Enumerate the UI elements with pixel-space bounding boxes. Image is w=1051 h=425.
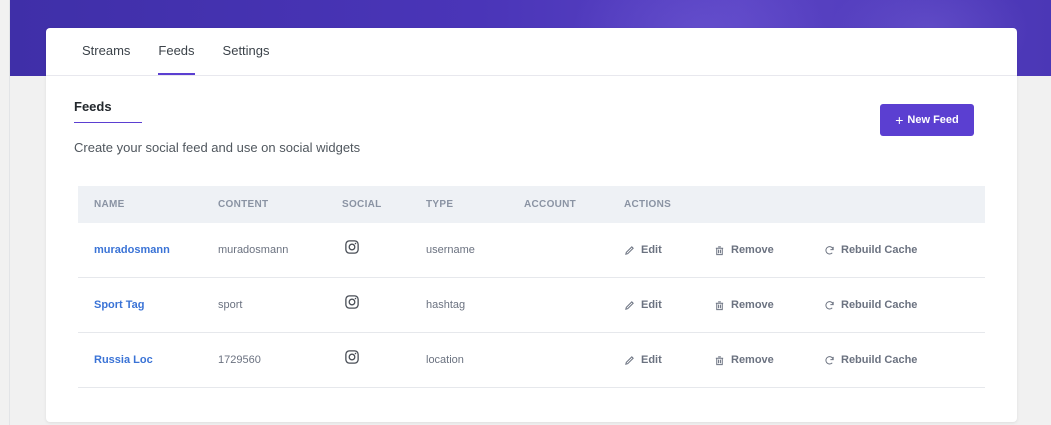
header-social: SOCIAL	[342, 199, 382, 210]
refresh-icon	[825, 300, 834, 309]
rebuild-cache-button[interactable]: Rebuild Cache	[824, 354, 917, 366]
plus-icon: +	[895, 112, 904, 128]
rebuild-label: Rebuild Cache	[841, 244, 918, 256]
remove-button[interactable]: Remove	[714, 354, 774, 366]
header-content: CONTENT	[218, 199, 269, 210]
tab-bar: Streams Feeds Settings	[46, 28, 1017, 76]
remove-button[interactable]: Remove	[714, 244, 774, 256]
title-underline	[74, 122, 142, 123]
edit-button[interactable]: Edit	[624, 299, 662, 311]
refresh-icon	[825, 245, 834, 254]
trash-icon	[715, 300, 724, 310]
tab-settings[interactable]: Settings	[223, 27, 270, 75]
remove-button[interactable]: Remove	[714, 299, 774, 311]
header-account: ACCOUNT	[524, 199, 577, 210]
tab-streams[interactable]: Streams	[82, 27, 130, 75]
rebuild-cache-button[interactable]: Rebuild Cache	[824, 244, 917, 256]
instagram-icon	[345, 295, 359, 309]
remove-label: Remove	[731, 299, 774, 311]
feed-content: sport	[218, 299, 243, 311]
pencil-icon	[625, 300, 634, 310]
remove-label: Remove	[731, 354, 774, 366]
tab-feeds[interactable]: Feeds	[158, 27, 195, 75]
feed-type: location	[426, 354, 464, 366]
feed-type: hashtag	[426, 299, 466, 311]
edit-label: Edit	[641, 299, 662, 311]
feed-name-link[interactable]: Sport Tag	[94, 299, 145, 311]
rebuild-cache-button[interactable]: Rebuild Cache	[824, 299, 917, 311]
table-row: Russia Loc 1729560 location Edit Remove …	[78, 333, 985, 388]
table-row: muradosmann muradosmann username Edit Re…	[78, 223, 985, 278]
pencil-icon	[625, 245, 634, 255]
instagram-icon	[345, 350, 359, 364]
header-actions: ACTIONS	[624, 199, 672, 210]
remove-label: Remove	[731, 244, 774, 256]
edit-button[interactable]: Edit	[624, 354, 662, 366]
section-subtitle: Create your social feed and use on socia…	[74, 140, 361, 155]
table-row: Sport Tag sport hashtag Edit Remove Rebu…	[78, 278, 985, 333]
left-edge	[0, 0, 10, 425]
feed-content: muradosmann	[218, 244, 289, 256]
rebuild-label: Rebuild Cache	[841, 354, 918, 366]
instagram-icon	[345, 240, 359, 254]
new-feed-label: New Feed	[907, 114, 959, 126]
section-title: Feeds	[74, 99, 112, 114]
feed-name-link[interactable]: muradosmann	[94, 244, 170, 256]
feed-name-link[interactable]: Russia Loc	[94, 354, 153, 366]
header-name: NAME	[94, 199, 125, 210]
trash-icon	[715, 245, 724, 255]
main-panel: Streams Feeds Settings Feeds Create your…	[46, 28, 1017, 422]
pencil-icon	[625, 355, 634, 365]
rebuild-label: Rebuild Cache	[841, 299, 918, 311]
refresh-icon	[825, 355, 834, 364]
edit-label: Edit	[641, 354, 662, 366]
feeds-table: NAME CONTENT SOCIAL TYPE ACCOUNT ACTIONS…	[78, 186, 985, 388]
new-feed-button[interactable]: + New Feed	[880, 104, 974, 136]
table-header: NAME CONTENT SOCIAL TYPE ACCOUNT ACTIONS	[78, 186, 985, 223]
feed-type: username	[426, 244, 475, 256]
header-type: TYPE	[426, 199, 454, 210]
trash-icon	[715, 355, 724, 365]
edit-label: Edit	[641, 244, 662, 256]
feed-content: 1729560	[218, 354, 261, 366]
edit-button[interactable]: Edit	[624, 244, 662, 256]
